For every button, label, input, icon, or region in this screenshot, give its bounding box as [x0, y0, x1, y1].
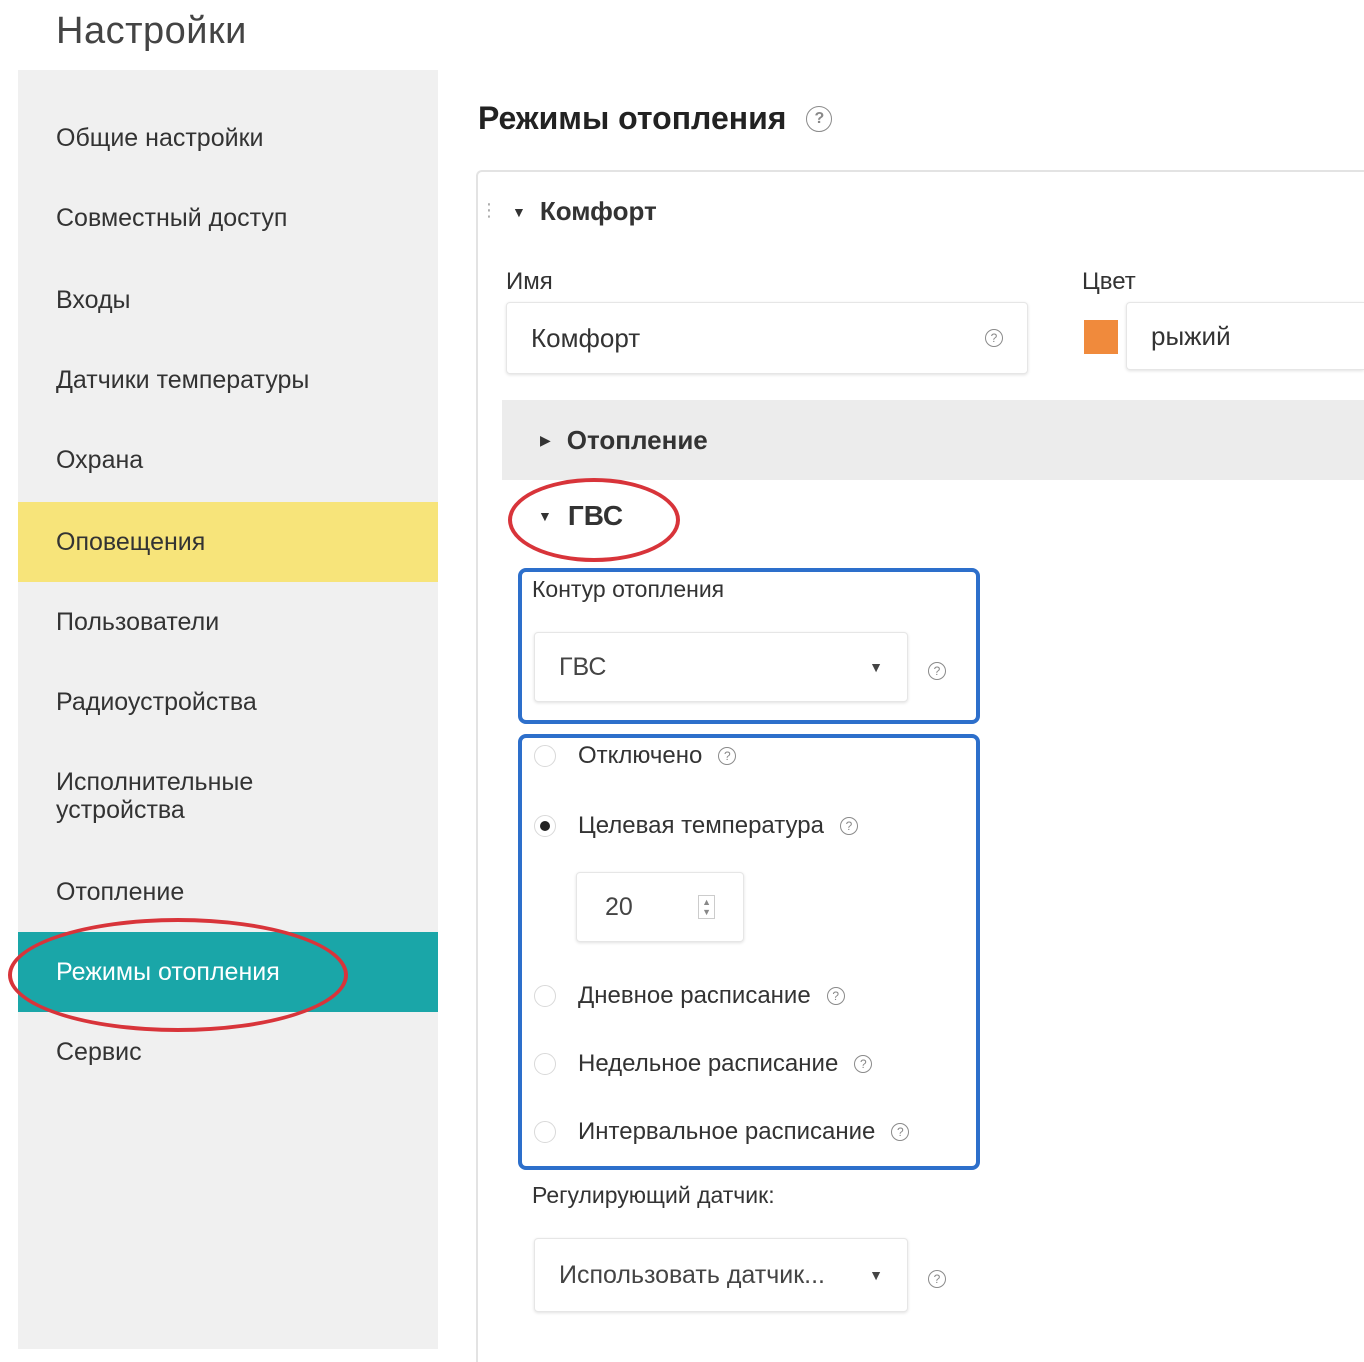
circuit-label: Контур отопления: [532, 576, 725, 602]
sidebar-item-security[interactable]: Охрана: [18, 420, 438, 500]
caret-down-icon: ▼: [538, 508, 552, 524]
name-label: Имя: [506, 268, 553, 295]
radio-option-weekly-schedule[interactable]: Недельное расписание ?: [534, 1050, 873, 1078]
mode-header-label: Комфорт: [539, 196, 657, 226]
help-icon[interactable]: ?: [806, 105, 833, 132]
drag-handle-icon[interactable]: ⋮: [480, 200, 498, 221]
radio-label: Целевая температура: [578, 812, 824, 839]
help-icon[interactable]: ?: [891, 1123, 910, 1141]
sensor-select[interactable]: Использовать датчик... ▼: [534, 1238, 908, 1312]
caret-right-icon: ▶: [540, 431, 551, 448]
hot-water-section-toggle[interactable]: ▼ ГВС: [538, 500, 623, 532]
help-icon[interactable]: ?: [826, 987, 845, 1005]
spinner-icon[interactable]: ▲ ▼: [698, 895, 715, 919]
dropdown-arrow-icon: ▼: [869, 1267, 883, 1283]
color-field-value: рыжий: [1151, 320, 1231, 351]
radio-label-group: Отключено ?: [578, 742, 737, 770]
radio-button[interactable]: [534, 985, 556, 1007]
sidebar-item-general[interactable]: Общие настройки: [18, 98, 438, 178]
help-icon[interactable]: ?: [839, 817, 858, 835]
radio-label-group: Целевая температура ?: [578, 812, 858, 840]
sidebar-item-service[interactable]: Сервис: [18, 1012, 438, 1092]
sidebar-item-actuators[interactable]: Исполнительные устройства: [18, 756, 318, 836]
radio-option-off[interactable]: Отключено ?: [534, 742, 737, 770]
sidebar-item-heating-modes[interactable]: Режимы отопления: [18, 932, 438, 1012]
help-icon[interactable]: ?: [985, 329, 1003, 347]
radio-button[interactable]: [534, 745, 556, 767]
radio-dot: [540, 821, 550, 831]
hot-water-section-label: ГВС: [567, 500, 624, 531]
radio-label-group: Дневное расписание ?: [578, 982, 845, 1010]
radio-label: Недельное расписание: [578, 1050, 839, 1077]
heating-section-toggle[interactable]: ▶ Отопление: [502, 400, 1364, 480]
heating-section-label: Отопление: [566, 424, 708, 455]
section-title: Режимы отопления ?: [478, 100, 833, 137]
annotation-box-modes: [518, 734, 980, 1170]
sidebar-item-shared-access[interactable]: Совместный доступ: [18, 178, 438, 258]
circuit-select[interactable]: ГВС ▼: [534, 632, 908, 702]
radio-button-selected[interactable]: [534, 815, 556, 837]
radio-option-daily-schedule[interactable]: Дневное расписание ?: [534, 982, 845, 1010]
radio-option-target-temperature[interactable]: Целевая температура ?: [534, 812, 858, 840]
section-title-text: Режимы отопления: [478, 100, 787, 136]
page-title: Настройки: [56, 10, 247, 52]
sidebar-item-inputs[interactable]: Входы: [18, 260, 438, 340]
color-label: Цвет: [1082, 268, 1136, 295]
name-field[interactable]: Комфорт ?: [506, 302, 1028, 374]
sidebar-item-notifications[interactable]: Оповещения: [18, 502, 438, 582]
settings-sidebar: Общие настройки Совместный доступ Входы …: [18, 70, 438, 1349]
color-swatch[interactable]: [1084, 320, 1118, 354]
radio-option-interval-schedule[interactable]: Интервальное расписание ?: [534, 1118, 910, 1146]
radio-label: Отключено: [578, 742, 703, 769]
name-field-value: Комфорт: [531, 322, 641, 353]
radio-label: Дневное расписание: [578, 982, 811, 1009]
help-icon[interactable]: ?: [928, 662, 946, 680]
dropdown-arrow-icon: ▼: [869, 659, 883, 675]
sidebar-item-radio-devices[interactable]: Радиоустройства: [18, 662, 438, 742]
target-temperature-value: 20: [605, 892, 633, 921]
sidebar-item-temperature-sensors[interactable]: Датчики температуры: [18, 340, 438, 420]
sidebar-item-heating[interactable]: Отопление: [18, 852, 438, 932]
radio-label: Интервальное расписание: [578, 1118, 876, 1145]
sensor-label: Регулирующий датчик:: [532, 1182, 775, 1208]
help-icon[interactable]: ?: [928, 1270, 946, 1288]
sidebar-item-users[interactable]: Пользователи: [18, 582, 438, 662]
radio-button[interactable]: [534, 1121, 556, 1143]
target-temperature-input[interactable]: 20 ▲ ▼: [576, 872, 744, 942]
caret-down-icon: ▼: [512, 203, 526, 220]
sensor-select-value: Использовать датчик...: [559, 1260, 825, 1289]
mode-header[interactable]: ▼ Комфорт: [512, 196, 657, 227]
circuit-select-value: ГВС: [559, 652, 607, 681]
help-icon[interactable]: ?: [718, 747, 737, 765]
radio-button[interactable]: [534, 1053, 556, 1075]
color-field[interactable]: рыжий: [1126, 302, 1364, 370]
radio-label-group: Интервальное расписание ?: [578, 1118, 910, 1146]
help-icon[interactable]: ?: [854, 1055, 873, 1073]
radio-label-group: Недельное расписание ?: [578, 1050, 873, 1078]
